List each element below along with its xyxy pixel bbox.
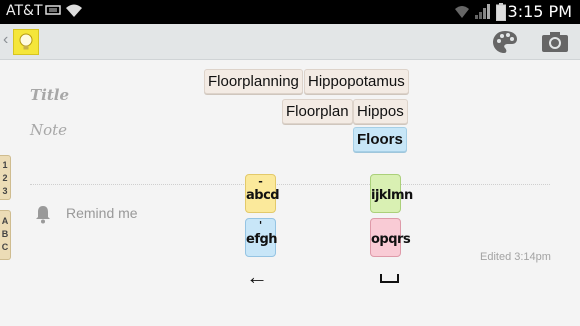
suggestion-floorplan[interactable]: Floorplan [282,99,353,124]
title-field[interactable]: Title [30,86,69,104]
suggestion-hippos[interactable]: Hippos [353,99,408,124]
key-efgh[interactable]: ' efgh [245,218,278,257]
divider [30,184,550,185]
wifi-signal-icon [455,6,469,18]
palette-icon[interactable] [491,29,519,55]
letter-tab-c: C [1,242,9,252]
key-efgh-top: ' [258,219,263,232]
carrier-label: AT&T [6,3,43,19]
number-tab-2: 2 [2,173,8,183]
letter-tab[interactable]: A B C [0,210,11,260]
number-tab[interactable]: 1 2 3 [0,155,11,200]
cell-signal-icon [475,4,490,19]
key-opqrs-top [371,219,400,232]
app-icon-lightbulb[interactable] [13,29,39,55]
remind-me-button[interactable]: Remind me [66,205,138,221]
letter-tab-a: A [1,216,9,226]
backspace-icon[interactable]: ← [246,266,268,288]
key-opqrs-label: opqrs [371,232,411,247]
status-bar: AT&T 3:15 PM [0,0,580,24]
battery-icon [496,3,506,21]
note-field[interactable]: Note [30,121,67,139]
key-abcd-label: abcd [246,188,280,203]
usb-icon [45,5,61,15]
back-chevron-icon[interactable]: ‹ [3,31,8,49]
camera-icon[interactable] [541,30,569,54]
key-ijklmn-label: ijklmn [371,188,413,203]
key-ijklmn-top [371,175,400,188]
number-tab-1: 1 [2,160,8,170]
bell-icon[interactable] [35,204,51,224]
suggestion-hippopotamus[interactable]: Hippopotamus [304,69,409,94]
number-tab-3: 3 [2,186,8,196]
key-ijklmn[interactable]: ijklmn [370,174,413,213]
letter-tab-b: B [1,229,9,239]
key-abcd-top: - [258,175,263,188]
lightbulb-icon [19,33,33,50]
key-efgh-label: efgh [246,232,278,247]
suggestion-floorplanning[interactable]: Floorplanning [204,69,303,94]
action-bar: ‹ [0,24,580,60]
key-opqrs[interactable]: opqrs [370,218,411,257]
wifi-icon [66,4,82,17]
space-icon[interactable] [380,274,399,283]
suggestion-floors-selected[interactable]: Floors [353,127,407,152]
edited-timestamp: Edited 3:14pm [480,251,551,263]
clock: 3:15 PM [507,2,572,21]
key-abcd[interactable]: - abcd [245,174,280,213]
